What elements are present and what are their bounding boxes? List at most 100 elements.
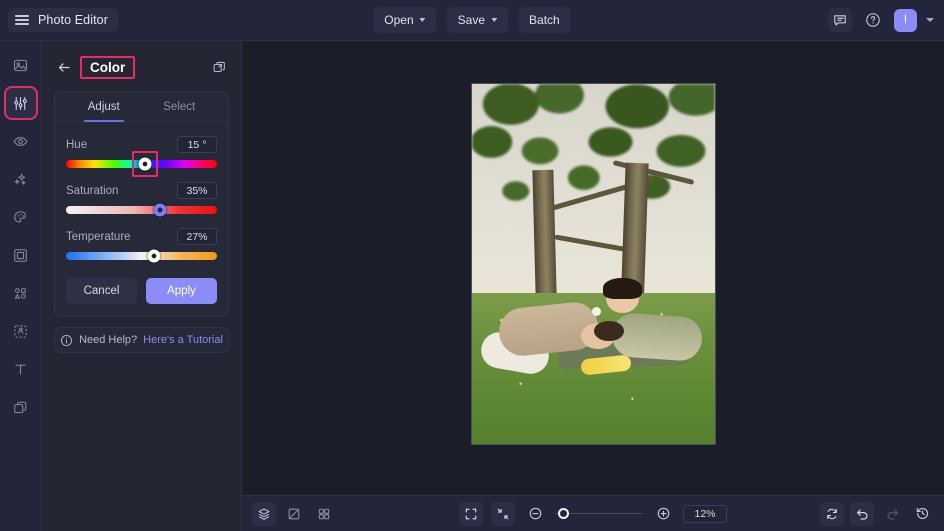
- redo-button[interactable]: [880, 502, 904, 526]
- tool-rail: [0, 41, 42, 531]
- sidebar-item-adjust[interactable]: [3, 86, 38, 120]
- hue-value[interactable]: 15 °: [177, 136, 217, 153]
- batch-label: Batch: [529, 13, 560, 27]
- chevron-down-icon: [419, 18, 426, 22]
- undo-icon: [856, 509, 867, 520]
- control-temperature-row: Temperature 27%: [66, 228, 217, 245]
- saturation-slider-handle[interactable]: [153, 203, 167, 217]
- hue-label: Hue: [66, 138, 88, 151]
- layers-copy-icon: [14, 401, 27, 413]
- sidebar-item-retouch[interactable]: [6, 202, 36, 232]
- palette-icon: [14, 210, 26, 223]
- temperature-slider-handle[interactable]: [147, 249, 161, 263]
- reset-button[interactable]: [820, 501, 844, 526]
- batch-button[interactable]: Batch: [518, 7, 571, 33]
- help-text: Need Help?: [79, 334, 138, 346]
- save-button[interactable]: Save: [446, 7, 509, 33]
- compare-button[interactable]: [282, 502, 306, 526]
- zoom-in-button[interactable]: [651, 502, 675, 526]
- feedback-button[interactable]: [828, 8, 852, 32]
- control-hue-row: Hue 15 °: [66, 136, 217, 153]
- cutout-icon: [14, 324, 27, 338]
- sidebar-item-effects[interactable]: [6, 126, 36, 156]
- chevron-down-icon: [491, 18, 498, 22]
- tab-adjust[interactable]: Adjust: [66, 92, 142, 121]
- zoom-slider[interactable]: [555, 507, 643, 521]
- sidebar-item-layers[interactable]: [6, 392, 36, 422]
- sidebar-item-frame[interactable]: [6, 240, 36, 270]
- hue-slider[interactable]: [66, 151, 217, 177]
- avatar[interactable]: I: [894, 8, 917, 32]
- fit-screen-button[interactable]: [459, 501, 483, 526]
- panel-tabs: Adjust Select: [55, 92, 228, 122]
- help-button[interactable]: [861, 8, 885, 32]
- account-chevron-down-icon[interactable]: [926, 18, 934, 22]
- photo-editor-app: Photo Editor Open Save Batch I Color Adj…: [0, 0, 944, 531]
- zoom-out-icon: [529, 507, 541, 520]
- layers-icon: [258, 507, 270, 520]
- sparkles-icon: [14, 172, 27, 185]
- cancel-button[interactable]: Cancel: [66, 278, 137, 304]
- redo-icon: [887, 509, 898, 520]
- hamburger-icon[interactable]: [15, 15, 29, 25]
- grid-icon: [318, 508, 330, 519]
- adjust-card: Adjust Select Hue 15 ° Saturation 35% Te…: [54, 91, 229, 317]
- actual-size-button[interactable]: [491, 501, 515, 526]
- control-saturation-row: Saturation 35%: [66, 182, 217, 199]
- history-icon: [916, 507, 928, 519]
- sidebar-item-image[interactable]: [6, 50, 36, 80]
- tab-select[interactable]: Select: [142, 92, 218, 121]
- sidebar-item-elements[interactable]: [6, 278, 36, 308]
- header-actions: Open Save Batch: [373, 7, 571, 33]
- app-title: Photo Editor: [38, 13, 108, 27]
- back-button[interactable]: [54, 57, 74, 77]
- hue-slider-handle[interactable]: [138, 157, 152, 171]
- app-header: Photo Editor Open Save Batch I: [0, 0, 944, 41]
- zoom-level[interactable]: 12%: [683, 504, 727, 523]
- photo-hair-one: [594, 320, 624, 341]
- arrow-left-icon: [58, 62, 70, 72]
- app-body: Color Adjust Select Hue 15 ° Saturation …: [0, 41, 944, 531]
- undo-button[interactable]: [850, 501, 874, 526]
- zoom-slider-handle[interactable]: [558, 508, 569, 519]
- frame-icon: [14, 248, 27, 262]
- history-button[interactable]: [910, 502, 934, 526]
- bottom-left-tools: [252, 501, 336, 526]
- sidebar-item-cutout[interactable]: [6, 316, 36, 346]
- saturation-value[interactable]: 35%: [177, 182, 217, 199]
- photo-subjects: [478, 278, 707, 379]
- tutorial-link[interactable]: Here's a Tutorial: [143, 334, 223, 346]
- tutorial-banner[interactable]: Need Help? Here's a Tutorial: [54, 327, 229, 353]
- shapes-icon: [14, 287, 26, 299]
- history-controls: [820, 501, 934, 526]
- duplicate-icon: [213, 61, 225, 72]
- photo-canvas[interactable]: [470, 83, 716, 445]
- control-saturation: Saturation 35%: [66, 182, 217, 217]
- sliders-icon: [14, 96, 27, 110]
- saturation-slider[interactable]: [66, 203, 217, 217]
- saturation-label: Saturation: [66, 184, 119, 197]
- open-button[interactable]: Open: [373, 7, 437, 33]
- brand-menu-button[interactable]: Photo Editor: [8, 8, 118, 32]
- temperature-label: Temperature: [66, 230, 131, 243]
- temperature-value[interactable]: 27%: [177, 228, 217, 245]
- grid-button[interactable]: [312, 502, 336, 526]
- duplicate-button[interactable]: [209, 57, 229, 77]
- photo-flower: [591, 306, 601, 316]
- sidebar-item-text[interactable]: [6, 354, 36, 384]
- shrink-to-fit-icon: [497, 508, 509, 519]
- zoom-out-button[interactable]: [523, 502, 547, 526]
- header-left: Photo Editor: [0, 8, 118, 32]
- reset-icon: [827, 508, 837, 519]
- layers-button[interactable]: [252, 501, 276, 526]
- temperature-slider[interactable]: [66, 249, 217, 263]
- text-t-icon: [15, 364, 26, 374]
- sidebar-item-magic[interactable]: [6, 164, 36, 194]
- zoom-controls: 12%: [459, 501, 727, 526]
- apply-button[interactable]: Apply: [146, 278, 217, 304]
- fit-screen-icon: [465, 508, 477, 519]
- zoom-in-icon: [657, 507, 669, 520]
- eye-icon: [13, 136, 28, 146]
- control-hue: Hue 15 °: [66, 136, 217, 177]
- canvas-viewport[interactable]: [242, 41, 944, 495]
